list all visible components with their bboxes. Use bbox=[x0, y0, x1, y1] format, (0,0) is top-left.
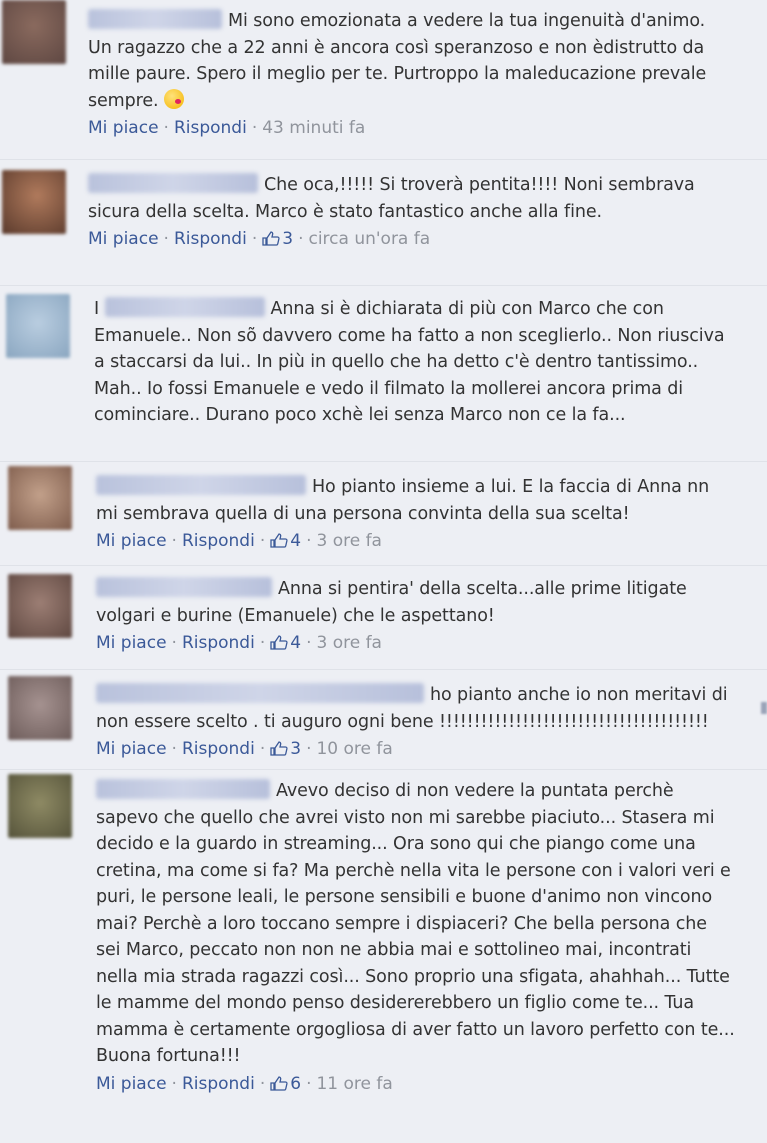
comment-timestamp[interactable]: 3 ore fa bbox=[316, 633, 382, 653]
comment-timestamp[interactable]: 43 minuti fa bbox=[262, 118, 365, 138]
reply-link[interactable]: Rispondi bbox=[174, 118, 247, 138]
avatar[interactable] bbox=[8, 774, 72, 838]
thumbs-up-icon[interactable] bbox=[270, 533, 288, 548]
comment-item: I Anna si è dichiarata di più con Marco … bbox=[0, 286, 767, 462]
comment-item: Anna si pentira' della scelta...alle pri… bbox=[0, 566, 767, 670]
avatar[interactable] bbox=[2, 170, 66, 234]
like-link[interactable]: Mi piace bbox=[96, 633, 167, 653]
commenter-name-redacted[interactable] bbox=[96, 683, 424, 703]
like-link[interactable]: Mi piace bbox=[96, 531, 167, 551]
comment-feed: Mi sono emozionata a vedere la tua ingen… bbox=[0, 0, 767, 1143]
reply-link[interactable]: Rispondi bbox=[182, 531, 255, 551]
comment-actions: Mi piace · Rispondi · 4 · 3 ore fa bbox=[96, 531, 382, 551]
commenter-name-redacted[interactable] bbox=[96, 779, 270, 799]
commenter-name-redacted[interactable] bbox=[88, 173, 258, 193]
comment-item: Avevo deciso di non vedere la puntata pe… bbox=[0, 770, 767, 1143]
comment-text: Che oca,!!!!! Si troverà pentita!!!! Non… bbox=[88, 173, 695, 222]
like-link[interactable]: Mi piace bbox=[96, 739, 167, 759]
comment-timestamp[interactable]: 3 ore fa bbox=[316, 531, 382, 551]
kiss-emoji-icon bbox=[163, 88, 184, 109]
like-link[interactable]: Mi piace bbox=[88, 118, 159, 138]
comment-actions: Mi piace · Rispondi · 3 · circa un'ora fa bbox=[88, 229, 431, 249]
thumbs-up-icon[interactable] bbox=[262, 231, 280, 246]
commenter-name-redacted[interactable] bbox=[96, 475, 306, 495]
commenter-name-redacted[interactable] bbox=[96, 577, 272, 597]
reply-link[interactable]: Rispondi bbox=[182, 739, 255, 759]
like-link[interactable]: Mi piace bbox=[88, 229, 159, 249]
comment-actions: Mi piace · Rispondi · 4 · 3 ore fa bbox=[96, 633, 382, 653]
commenter-name-redacted[interactable] bbox=[88, 9, 222, 29]
avatar[interactable] bbox=[8, 466, 72, 530]
comment-prefix: I bbox=[94, 299, 100, 319]
like-count[interactable]: 3 bbox=[282, 229, 293, 249]
avatar[interactable] bbox=[8, 574, 72, 638]
comment-text: Mi sono emozionata a vedere la tua ingen… bbox=[88, 9, 707, 111]
reply-link[interactable]: Rispondi bbox=[182, 633, 255, 653]
comment-text: ho pianto anche io non meritavi di non e… bbox=[96, 683, 728, 732]
thumbs-up-icon[interactable] bbox=[270, 1075, 288, 1091]
comment-timestamp[interactable]: 11 ore fa bbox=[316, 1074, 392, 1094]
like-count[interactable]: 3 bbox=[290, 739, 301, 759]
reply-link[interactable]: Rispondi bbox=[174, 229, 247, 249]
avatar[interactable] bbox=[2, 0, 66, 64]
avatar[interactable] bbox=[6, 294, 70, 358]
reply-link[interactable]: Rispondi bbox=[182, 1074, 255, 1094]
thumbs-up-icon[interactable] bbox=[270, 741, 288, 756]
thumbs-up-icon[interactable] bbox=[270, 635, 288, 650]
comment-item: Mi sono emozionata a vedere la tua ingen… bbox=[0, 0, 767, 160]
commenter-name-redacted[interactable] bbox=[104, 297, 265, 317]
like-count[interactable]: 4 bbox=[290, 531, 301, 551]
comment-item: Ho pianto insieme a lui. E la faccia di … bbox=[0, 462, 767, 566]
comment-item: ho pianto anche io non meritavi di non e… bbox=[0, 670, 767, 770]
like-count[interactable]: 6 bbox=[290, 1074, 301, 1094]
comment-timestamp[interactable]: 10 ore fa bbox=[316, 739, 392, 759]
like-link[interactable]: Mi piace bbox=[96, 1074, 167, 1094]
comment-text: I Anna si è dichiarata di più con Marco … bbox=[94, 297, 725, 425]
comment-actions: Mi piace · Rispondi · 6 · 11 ore fa bbox=[96, 1073, 393, 1094]
comment-actions: Mi piace · Rispondi · 43 minuti fa bbox=[88, 118, 366, 138]
avatar[interactable] bbox=[8, 676, 72, 740]
like-count[interactable]: 4 bbox=[290, 633, 301, 653]
comment-timestamp[interactable]: circa un'ora fa bbox=[308, 229, 430, 249]
comment-actions: Mi piace · Rispondi · 3 · 10 ore fa bbox=[96, 739, 393, 759]
comment-item: Che oca,!!!!! Si troverà pentita!!!! Non… bbox=[0, 160, 767, 286]
scroll-edge-indicator bbox=[761, 702, 767, 714]
comment-text: Ho pianto insieme a lui. E la faccia di … bbox=[96, 475, 710, 524]
comment-text: Avevo deciso di non vedere la puntata pe… bbox=[96, 779, 735, 1066]
comment-text: Anna si pentira' della scelta...alle pri… bbox=[96, 577, 687, 626]
